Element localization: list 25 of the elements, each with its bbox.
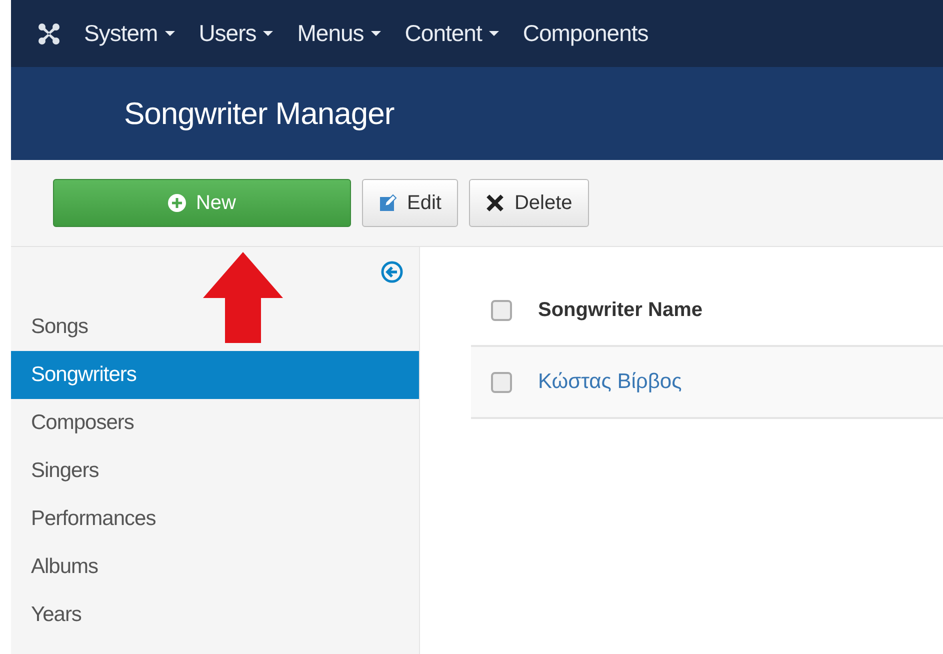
sidebar-item[interactable]: Albums — [11, 543, 419, 591]
arrow-icon — [201, 250, 285, 346]
edit-icon — [379, 194, 397, 212]
sidebar-item[interactable]: Singers — [11, 447, 419, 495]
delete-button[interactable]: Delete — [469, 179, 590, 227]
sidebar-item[interactable]: Composers — [11, 399, 419, 447]
column-header: Songwriter Name — [538, 298, 702, 323]
sidebar-item[interactable]: Songwriters — [11, 351, 419, 399]
menu-item[interactable]: Menus — [285, 16, 393, 51]
menu-item[interactable]: System — [72, 16, 187, 51]
songwriter-link[interactable]: Κώστας Βίρβος — [538, 366, 682, 398]
sidebar-item[interactable]: Performances — [11, 495, 419, 543]
sidebar-item[interactable]: Songs — [11, 303, 419, 351]
close-icon — [486, 194, 504, 212]
menu-item[interactable]: Content — [392, 16, 511, 51]
menu-item[interactable]: Users — [186, 16, 286, 51]
sidebar-item[interactable]: Years — [11, 591, 419, 639]
logo-icon[interactable] — [38, 22, 60, 44]
row-checkbox[interactable] — [491, 372, 512, 392]
menu-item[interactable]: Components — [510, 16, 660, 51]
select-all-checkbox[interactable] — [491, 300, 512, 320]
collapse-icon[interactable] — [381, 261, 403, 283]
plus-icon — [168, 194, 186, 212]
page-title: Songwriter Manager — [124, 94, 394, 132]
edit-button[interactable]: Edit — [362, 179, 458, 227]
